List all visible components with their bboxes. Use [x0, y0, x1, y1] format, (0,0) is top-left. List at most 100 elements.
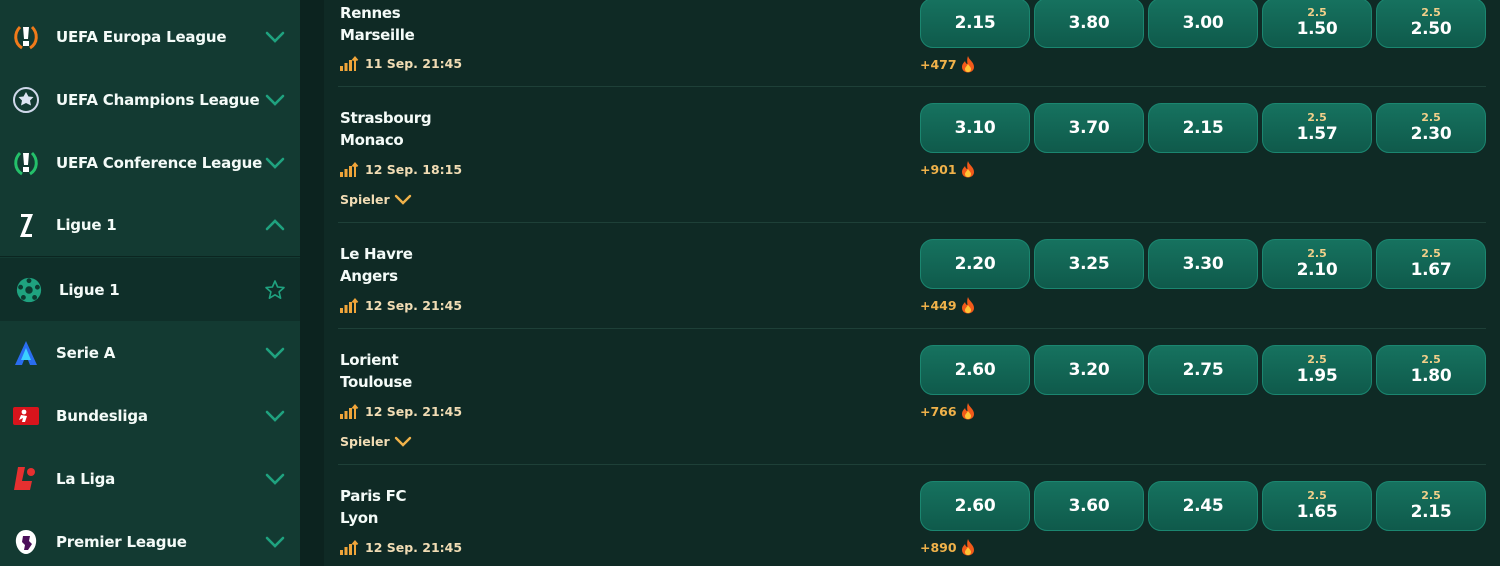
players-toggle[interactable]: Spieler	[340, 192, 412, 207]
chevron-down-icon[interactable]	[264, 30, 286, 44]
more-markets-link[interactable]: +901	[920, 160, 976, 178]
more-markets-link[interactable]: +890	[920, 538, 976, 556]
sidebar-item-la-liga[interactable]: La Liga	[0, 447, 300, 510]
away-team[interactable]: Lyon	[340, 509, 378, 527]
away-team[interactable]: Marseille	[340, 26, 415, 44]
odds-button-over[interactable]: 2.5 2.10	[1262, 239, 1372, 289]
odds-button-2[interactable]: 2.15	[1148, 103, 1258, 153]
more-markets-link[interactable]: +477	[920, 55, 976, 73]
odds-value: 2.15	[1182, 118, 1224, 138]
more-markets-link[interactable]: +766	[920, 402, 976, 420]
odds-line: 2.5	[1307, 247, 1327, 260]
home-team[interactable]: Strasbourg	[340, 109, 432, 127]
odds-value: 3.80	[1068, 13, 1110, 33]
odds-value: 2.15	[1410, 502, 1452, 522]
match-row: Rennes Marseille 11 Sep. 21:45 +477 2.15…	[324, 0, 1500, 87]
odds-button-over[interactable]: 2.5 1.50	[1262, 0, 1372, 48]
match-time-label: 12 Sep. 21:45	[365, 539, 463, 555]
chevron-down-icon[interactable]	[264, 472, 286, 486]
odds-line: 2.5	[1307, 489, 1327, 502]
serie-a-logo-icon	[12, 339, 40, 367]
odds-button-2[interactable]: 3.30	[1148, 239, 1258, 289]
sidebar-item-champions-league[interactable]: UEFA Champions League	[0, 68, 300, 131]
odds-value: 1.80	[1410, 366, 1452, 386]
match-time-label: 11 Sep. 21:45	[365, 55, 463, 71]
odds-button-x[interactable]: 3.70	[1034, 103, 1144, 153]
odds-button-2[interactable]: 2.45	[1148, 481, 1258, 531]
odds-button-1[interactable]: 2.60	[920, 481, 1030, 531]
odds-button-under[interactable]: 2.5 2.30	[1376, 103, 1486, 153]
more-markets-link[interactable]: +449	[920, 296, 976, 314]
sidebar-item-bundesliga[interactable]: Bundesliga	[0, 384, 300, 447]
chevron-down-icon[interactable]	[264, 93, 286, 107]
odds-value: 3.30	[1182, 254, 1224, 274]
odds-button-1[interactable]: 2.20	[920, 239, 1030, 289]
chevron-down-icon[interactable]	[264, 346, 286, 360]
scroll-gutter	[300, 0, 324, 566]
home-team[interactable]: Le Havre	[340, 245, 413, 263]
odds-button-under[interactable]: 2.5 2.50	[1376, 0, 1486, 48]
odds-button-over[interactable]: 2.5 1.57	[1262, 103, 1372, 153]
odds-button-x[interactable]: 3.80	[1034, 0, 1144, 48]
sidebar-item-serie-a[interactable]: Serie A	[0, 321, 300, 384]
match-time-label: 12 Sep. 21:45	[365, 403, 463, 419]
sidebar-item-ligue-1[interactable]: Ligue 1	[0, 194, 300, 257]
odds-button-1[interactable]: 2.60	[920, 345, 1030, 395]
home-team[interactable]: Rennes	[340, 4, 401, 22]
odds-button-x[interactable]: 3.25	[1034, 239, 1144, 289]
odds-line: 2.5	[1421, 111, 1441, 124]
sidebar-item-premier-league[interactable]: Premier League	[0, 510, 300, 566]
away-team[interactable]: Monaco	[340, 131, 404, 149]
odds-button-over[interactable]: 2.5 1.65	[1262, 481, 1372, 531]
odds-button-1[interactable]: 3.10	[920, 103, 1030, 153]
odds-button-x[interactable]: 3.60	[1034, 481, 1144, 531]
odds-line: 2.5	[1421, 247, 1441, 260]
away-team[interactable]: Toulouse	[340, 373, 412, 391]
signal-bars-icon	[340, 297, 359, 313]
odds-value: 3.00	[1182, 13, 1224, 33]
odds-button-x[interactable]: 3.20	[1034, 345, 1144, 395]
odds-value: 2.30	[1410, 124, 1452, 144]
more-markets-count: +449	[920, 297, 957, 313]
match-row: Le Havre Angers 12 Sep. 21:45 +449 2.20 …	[324, 223, 1500, 329]
chevron-up-icon[interactable]	[264, 218, 286, 232]
match-time: 12 Sep. 18:15	[340, 161, 462, 177]
signal-bars-icon	[340, 403, 359, 419]
odds-value: 3.10	[954, 118, 996, 138]
chevron-down-icon[interactable]	[264, 535, 286, 549]
odds-line: 2.5	[1307, 111, 1327, 124]
players-toggle[interactable]: Spieler	[340, 434, 412, 449]
odds-button-over[interactable]: 2.5 1.95	[1262, 345, 1372, 395]
sidebar-item-label: Serie A	[56, 343, 116, 362]
match-row: Strasbourg Monaco 12 Sep. 18:15 +901 Spi…	[324, 87, 1500, 223]
odds-button-under[interactable]: 2.5 1.80	[1376, 345, 1486, 395]
odds-button-1[interactable]: 2.15	[920, 0, 1030, 48]
odds-value: 3.25	[1068, 254, 1110, 274]
odds-button-under[interactable]: 2.5 1.67	[1376, 239, 1486, 289]
home-team[interactable]: Paris FC	[340, 487, 407, 505]
odds-button-under[interactable]: 2.5 2.15	[1376, 481, 1486, 531]
fire-icon	[961, 56, 974, 73]
match-row: Paris FC Lyon 12 Sep. 21:45 +890 2.60 3.…	[324, 465, 1500, 566]
more-markets-count: +901	[920, 161, 957, 177]
odds-value: 2.10	[1296, 260, 1338, 280]
sidebar-item-label: Ligue 1	[59, 280, 120, 299]
match-row: Lorient Toulouse 12 Sep. 21:45 +766 Spie…	[324, 329, 1500, 465]
sidebar-item-label: UEFA Champions League	[56, 90, 260, 109]
odds-button-2[interactable]: 3.00	[1148, 0, 1258, 48]
chevron-down-icon[interactable]	[264, 409, 286, 423]
more-markets-count: +477	[920, 56, 957, 72]
sidebar-item-label: La Liga	[56, 469, 116, 488]
bundesliga-logo-icon	[12, 402, 40, 430]
chevron-down-icon[interactable]	[264, 156, 286, 170]
sidebar-item-conference-league[interactable]: UEFA Conference League	[0, 131, 300, 194]
away-team[interactable]: Angers	[340, 267, 398, 285]
home-team[interactable]: Lorient	[340, 351, 399, 369]
odds-line: 2.5	[1421, 353, 1441, 366]
sidebar-subitem-ligue-1[interactable]: Ligue 1	[0, 258, 300, 321]
odds-value: 2.60	[954, 496, 996, 516]
players-toggle-label: Spieler	[340, 434, 390, 449]
sidebar-item-europa-league[interactable]: UEFA Europa League	[0, 5, 300, 68]
star-outline-icon[interactable]	[264, 279, 286, 301]
odds-button-2[interactable]: 2.75	[1148, 345, 1258, 395]
